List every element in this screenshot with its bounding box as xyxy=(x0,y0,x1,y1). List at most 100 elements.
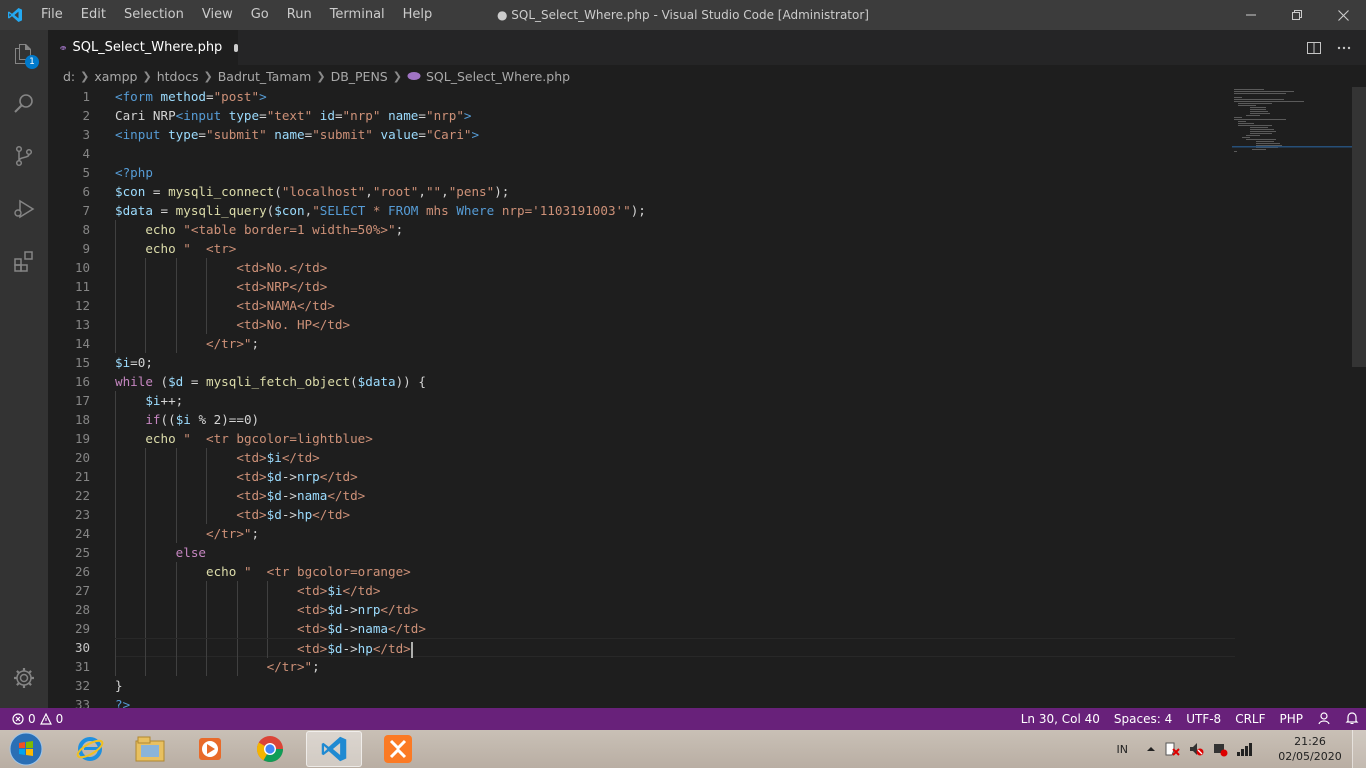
line-number: 22 xyxy=(74,488,90,503)
split-editor-icon[interactable] xyxy=(1306,40,1322,56)
scrollbar-thumb[interactable] xyxy=(1352,87,1366,367)
taskbar-xampp[interactable] xyxy=(370,731,426,767)
encoding[interactable]: UTF-8 xyxy=(1179,712,1228,726)
taskbar-clock[interactable]: 21:26 02/05/2020 xyxy=(1268,734,1352,764)
menu-go[interactable]: Go xyxy=(242,0,278,30)
status-bar: 0 0 Ln 30, Col 40 Spaces: 4 UTF-8 CRLF P… xyxy=(0,708,1366,730)
taskbar-media-player[interactable] xyxy=(182,731,238,767)
minimize-button[interactable] xyxy=(1228,0,1274,30)
language-mode[interactable]: PHP xyxy=(1273,712,1311,726)
minimap[interactable] xyxy=(1232,87,1352,157)
start-button[interactable] xyxy=(5,731,47,767)
menu-terminal[interactable]: Terminal xyxy=(321,0,394,30)
unsaved-dot-icon[interactable] xyxy=(234,43,238,52)
code-line[interactable] xyxy=(115,144,1235,163)
code-line[interactable]: echo "<table border=1 width=50%>"; xyxy=(115,220,1235,239)
breadcrumb-htdocs[interactable]: htdocs xyxy=(157,69,199,84)
feedback-button[interactable] xyxy=(1310,711,1338,728)
code-line[interactable]: else xyxy=(115,543,1235,562)
indentation[interactable]: Spaces: 4 xyxy=(1107,712,1179,726)
explorer-badge: 1 xyxy=(25,55,39,69)
breadcrumb-db-pens[interactable]: DB_PENS xyxy=(331,69,388,84)
signal-strength-icon[interactable] xyxy=(1236,741,1254,757)
code-line[interactable]: <td>$i</td> xyxy=(115,448,1235,467)
show-desktop-button[interactable] xyxy=(1352,730,1366,768)
code-line[interactable]: </tr>"; xyxy=(115,524,1235,543)
manage-button[interactable] xyxy=(0,654,48,702)
code-line[interactable]: $i=0; xyxy=(115,353,1235,372)
close-window-button[interactable] xyxy=(1320,0,1366,30)
extensions-button[interactable] xyxy=(0,237,48,285)
network-warning-icon[interactable] xyxy=(1212,741,1228,757)
code-area[interactable]: <form method="post"> Cari NRP<input type=… xyxy=(115,87,1235,708)
run-debug-button[interactable] xyxy=(0,185,48,233)
breadcrumb-xampp[interactable]: xampp xyxy=(94,69,137,84)
code-line[interactable]: <form method="post"> xyxy=(115,87,1235,106)
code-line[interactable]: <td>$d->hp</td> xyxy=(115,505,1235,524)
code-line[interactable]: <td>$d->nrp</td> xyxy=(115,467,1235,486)
code-line[interactable]: <td>$d->nrp</td> xyxy=(115,600,1235,619)
end-of-line[interactable]: CRLF xyxy=(1228,712,1272,726)
code-line[interactable]: echo " <tr bgcolor=lightblue> xyxy=(115,429,1235,448)
code-line[interactable]: $data = mysqli_query($con,"SELECT * FROM… xyxy=(115,201,1235,220)
show-hidden-icons-icon[interactable] xyxy=(1146,744,1156,754)
code-line[interactable]: <input type="submit" name="submit" value… xyxy=(115,125,1235,144)
menu-help[interactable]: Help xyxy=(394,0,442,30)
input-language[interactable]: IN xyxy=(1117,743,1128,756)
breadcrumb-file[interactable]: SQL_Select_Where.php xyxy=(426,69,570,84)
code-line[interactable]: } xyxy=(115,676,1235,695)
code-line[interactable]: Cari NRP<input type="text" id="nrp" name… xyxy=(115,106,1235,125)
taskbar-vscode[interactable] xyxy=(306,731,362,767)
code-line[interactable]: <td>$d->nama</td> xyxy=(115,619,1235,638)
editor-tab[interactable]: php SQL_Select_Where.php xyxy=(48,30,238,65)
code-line[interactable]: <td>$i</td> xyxy=(115,581,1235,600)
menu-selection[interactable]: Selection xyxy=(115,0,193,30)
indent-guide xyxy=(267,581,268,600)
problems-indicator[interactable]: 0 0 xyxy=(0,712,63,726)
code-editor[interactable]: 1 2 3 4 5 6 7 8 9 10 11 12 13 14 15 16 17 18 19 20 21 22 23 24 2… xyxy=(48,87,1366,708)
code-line[interactable]: <td>NAMA</td> xyxy=(115,296,1235,315)
source-control-button[interactable] xyxy=(0,132,48,180)
code-line[interactable]: $con = mysqli_connect("localhost","root"… xyxy=(115,182,1235,201)
code-line[interactable]: while ($d = mysqli_fetch_object($data)) … xyxy=(115,372,1235,391)
cursor-position[interactable]: Ln 30, Col 40 xyxy=(1014,712,1107,726)
taskbar-ie[interactable] xyxy=(62,731,118,767)
indent-guide xyxy=(145,448,147,467)
menu-view[interactable]: View xyxy=(193,0,242,30)
explorer-button[interactable]: 1 xyxy=(0,30,48,78)
code-line[interactable]: <td>No.</td> xyxy=(115,258,1235,277)
restore-button[interactable] xyxy=(1274,0,1320,30)
more-actions-icon[interactable] xyxy=(1336,40,1352,56)
code-line[interactable]: echo " <tr> xyxy=(115,239,1235,258)
menu-file[interactable]: File xyxy=(32,0,72,30)
code-line[interactable]: <td>NRP</td> xyxy=(115,277,1235,296)
volume-muted-icon[interactable] xyxy=(1188,741,1204,757)
code-line[interactable]: </tr>"; xyxy=(115,657,1235,676)
notifications-button[interactable] xyxy=(1338,711,1366,728)
vertical-scrollbar[interactable] xyxy=(1352,87,1366,708)
taskbar-chrome[interactable] xyxy=(242,731,298,767)
breadcrumb-drive[interactable]: d: xyxy=(63,69,75,84)
code-line[interactable]: <td>$d->hp</td> xyxy=(115,638,1235,658)
breadcrumb-badrut-tamam[interactable]: Badrut_Tamam xyxy=(218,69,312,84)
code-line[interactable]: echo " <tr bgcolor=orange> xyxy=(115,562,1235,581)
menu-edit[interactable]: Edit xyxy=(72,0,115,30)
code-line[interactable]: if(($i % 2)==0) xyxy=(115,410,1235,429)
code-token: (( xyxy=(160,412,176,427)
code-token: "submit" xyxy=(206,127,267,142)
code-line[interactable]: </tr>"; xyxy=(115,334,1235,353)
code-line[interactable]: <td>$d->nama</td> xyxy=(115,486,1235,505)
menu-run[interactable]: Run xyxy=(278,0,321,30)
action-center-icon[interactable] xyxy=(1164,741,1180,757)
code-token: </td> xyxy=(319,469,358,484)
search-button[interactable] xyxy=(0,80,48,128)
code-line[interactable]: ?> xyxy=(115,695,1235,708)
taskbar-file-explorer[interactable] xyxy=(122,731,178,767)
code-line[interactable]: <td>No. HP</td> xyxy=(115,315,1235,334)
code-line[interactable]: <?php xyxy=(115,163,1235,182)
code-line[interactable]: $i++; xyxy=(115,391,1235,410)
line-number: 2 xyxy=(82,108,90,123)
